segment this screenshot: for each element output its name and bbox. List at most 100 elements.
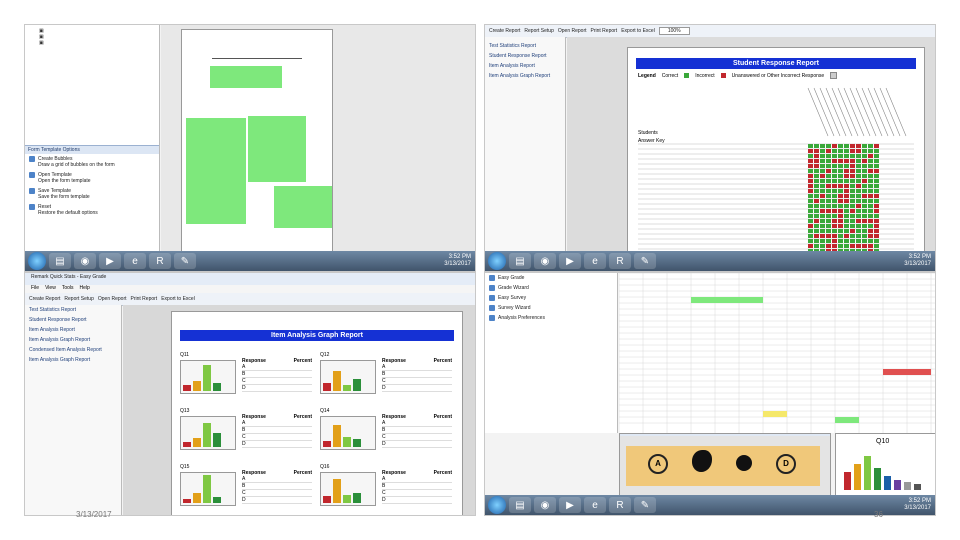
response-table: Response Percent A B C D — [242, 358, 312, 392]
bubble-grid-left[interactable] — [186, 118, 246, 224]
toolbar-report-setup[interactable]: Report Setup — [524, 28, 553, 34]
media-icon[interactable]: ▶ — [559, 497, 581, 513]
response-cell — [814, 144, 819, 148]
ie-icon[interactable]: e — [124, 253, 146, 269]
question-header-line — [831, 87, 853, 137]
option-reset[interactable]: Reset Restore the default options — [25, 202, 159, 218]
remark-icon[interactable]: R — [609, 253, 631, 269]
wizard-survey-wizard[interactable]: Survey Wizard — [485, 303, 617, 313]
option-open-template[interactable]: Open Template Open the form template — [25, 170, 159, 186]
response-cell — [808, 179, 813, 183]
response-cell — [820, 159, 825, 163]
clock[interactable]: 3:52 PM 3/13/2017 — [444, 254, 475, 268]
report-item[interactable]: Condensed Item Analysis Report — [25, 345, 121, 355]
notepad-icon[interactable]: ✎ — [174, 253, 196, 269]
question-header-line — [807, 87, 829, 137]
menu-file[interactable]: File — [31, 285, 39, 293]
response-cell — [868, 234, 873, 238]
chrome-icon[interactable]: ◉ — [534, 253, 556, 269]
response-row: B — [382, 371, 452, 378]
response-cell — [844, 179, 849, 183]
response-row: A — [242, 476, 312, 483]
wizard-easy-grade[interactable]: Easy Grade — [485, 273, 617, 283]
media-icon[interactable]: ▶ — [99, 253, 121, 269]
bubble-grid-top[interactable] — [210, 66, 282, 88]
response-cell — [838, 159, 843, 163]
folder-icon[interactable]: ▤ — [509, 253, 531, 269]
question-block: Q15 Response Percent A B C D — [180, 464, 314, 515]
response-cell — [826, 234, 831, 238]
response-cell — [820, 154, 825, 158]
bubble-grid-right[interactable] — [274, 186, 332, 228]
question-bar-chart — [320, 416, 376, 450]
response-bar — [323, 496, 331, 503]
report-item[interactable]: Item Analysis Graph Report — [25, 335, 121, 345]
report-item[interactable]: Test Statistics Report — [25, 305, 121, 315]
start-icon[interactable] — [28, 252, 46, 270]
data-grid[interactable] — [619, 273, 936, 433]
response-cell — [856, 244, 861, 248]
response-row: B — [382, 427, 452, 434]
clock[interactable]: 3:52 PM 3/13/2017 — [904, 498, 935, 512]
response-cell — [844, 184, 849, 188]
report-item[interactable]: Item Analysis Graph Report — [25, 355, 121, 365]
response-table: Response Percent A B C D — [242, 470, 312, 504]
wizard-easy-survey[interactable]: Easy Survey — [485, 293, 617, 303]
toolbar-create-report[interactable]: Create Report — [489, 28, 520, 34]
toolbar-print-report[interactable]: Print Report — [591, 28, 618, 34]
question-header-line — [849, 87, 871, 137]
report-item[interactable]: Item Analysis Report — [485, 61, 565, 71]
chrome-icon[interactable]: ◉ — [534, 497, 556, 513]
tree-item[interactable]: ▣ — [39, 40, 145, 46]
start-icon[interactable] — [488, 252, 506, 270]
ie-icon[interactable]: e — [584, 253, 606, 269]
toolbar-export[interactable]: Export to Excel — [161, 296, 195, 302]
response-cell — [832, 169, 837, 173]
menu-view[interactable]: View — [45, 285, 56, 293]
chrome-icon[interactable]: ◉ — [74, 253, 96, 269]
option-create-bubbles[interactable]: Create Bubbles Draw a grid of bubbles on … — [25, 154, 159, 170]
wizard-grade-wizard[interactable]: Grade Wizard — [485, 283, 617, 293]
option-save-template[interactable]: Save Template Save the form template — [25, 186, 159, 202]
toolbar-create-report[interactable]: Create Report — [29, 296, 60, 302]
remark-icon[interactable]: R — [149, 253, 171, 269]
report-item[interactable] — [485, 81, 565, 85]
folder-icon[interactable]: ▤ — [509, 497, 531, 513]
response-cell — [826, 239, 831, 243]
response-cell — [808, 199, 813, 203]
report-item[interactable]: Item Analysis Report — [25, 325, 121, 335]
report-item[interactable]: Item Analysis Graph Report — [485, 71, 565, 81]
notepad-icon[interactable]: ✎ — [634, 497, 656, 513]
response-cell — [856, 159, 861, 163]
media-icon[interactable]: ▶ — [559, 253, 581, 269]
toolbar-report-setup[interactable]: Report Setup — [64, 296, 93, 302]
response-cell — [820, 219, 825, 223]
response-cell — [826, 214, 831, 218]
menu-tools[interactable]: Tools — [62, 285, 74, 293]
response-bar — [193, 493, 201, 503]
response-cell — [820, 224, 825, 228]
toolbar-open-report[interactable]: Open Report — [98, 296, 127, 302]
toolbar-open-report[interactable]: Open Report — [558, 28, 587, 34]
clock[interactable]: 3:52 PM 3/13/2017 — [904, 254, 935, 268]
toolbar-print-report[interactable]: Print Report — [131, 296, 158, 302]
report-item[interactable]: Student Response Report — [485, 51, 565, 61]
response-cell — [820, 169, 825, 173]
ie-icon[interactable]: e — [584, 497, 606, 513]
notepad-icon[interactable]: ✎ — [634, 253, 656, 269]
report-area: Student Response Report Legend Correct I… — [567, 37, 935, 255]
remark-icon[interactable]: R — [609, 497, 631, 513]
response-cell — [814, 244, 819, 248]
response-row: D — [242, 497, 312, 504]
report-item[interactable]: Test Statistics Report — [485, 41, 565, 51]
folder-icon[interactable]: ▤ — [49, 253, 71, 269]
response-row: C — [382, 378, 452, 385]
start-icon[interactable] — [488, 496, 506, 514]
zoom-select[interactable]: 100% — [658, 27, 690, 35]
wizard-preferences[interactable]: Analysis Preferences — [485, 313, 617, 323]
response-cell — [844, 239, 849, 243]
bubble-grid-mid[interactable] — [248, 116, 306, 182]
report-item[interactable]: Student Response Report — [25, 315, 121, 325]
toolbar-export[interactable]: Export to Excel — [621, 28, 655, 34]
menu-help[interactable]: Help — [80, 285, 90, 293]
